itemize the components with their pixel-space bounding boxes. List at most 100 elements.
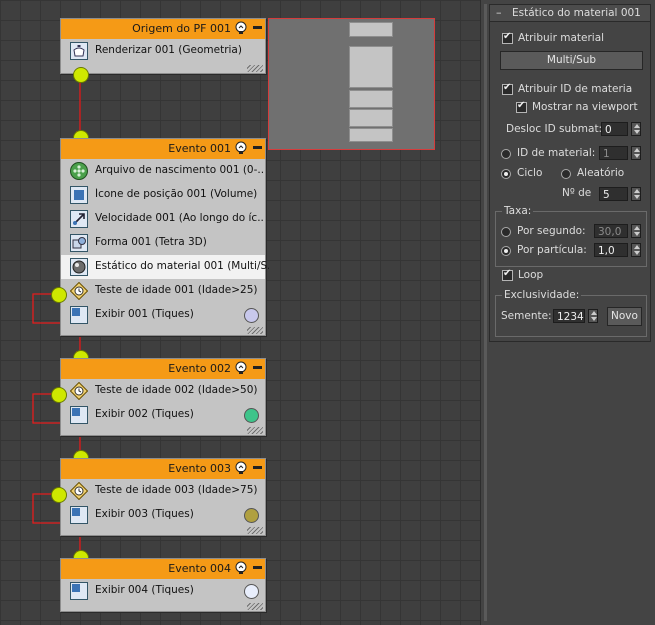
operator-row-display[interactable]: Exibir 003 (Tiques) <box>61 503 265 527</box>
per-second-radio[interactable] <box>501 227 511 237</box>
age-test-icon <box>70 482 88 500</box>
event-node-001[interactable]: Evento 001 Arquivo de nascimento 001 (0-… <box>60 138 269 336</box>
light-bulb-icon[interactable] <box>234 141 248 156</box>
per-second-spinner[interactable] <box>631 224 641 238</box>
light-bulb-icon[interactable] <box>234 461 248 476</box>
per-particle-spinner[interactable] <box>631 243 641 257</box>
operator-row-age-test[interactable]: Teste de idade 001 (Idade>25) <box>61 279 265 303</box>
minimize-icon[interactable] <box>253 26 262 29</box>
random-radio[interactable] <box>561 169 571 179</box>
loop-checkbox[interactable]: ✔ <box>502 268 513 281</box>
operator-row-material-static[interactable]: Estático do material 001 (Multi/S... <box>61 255 269 279</box>
node-resize-grip[interactable] <box>247 427 263 434</box>
teapot-render-icon <box>70 42 88 60</box>
test-output-socket[interactable] <box>51 287 67 303</box>
event-node-header[interactable]: Evento 003 <box>61 459 265 479</box>
event-node-004[interactable]: Evento 004 Exibir 004 (Tiques) <box>60 558 266 612</box>
rate-group-label: Taxa: <box>502 205 534 217</box>
operator-row-display[interactable]: Exibir 002 (Tiques) <box>61 403 265 427</box>
operator-row-display[interactable]: Exibir 001 (Tiques) <box>61 303 265 327</box>
assign-material-checkbox[interactable]: ✔ <box>502 31 513 44</box>
position-icon <box>70 186 88 204</box>
origin-node-header[interactable]: Origem do PF 001 <box>61 19 265 39</box>
operator-label: Forma 001 (Tetra 3D) <box>95 236 207 248</box>
operator-row-age-test[interactable]: Teste de idade 002 (Idade>50) <box>61 379 265 403</box>
light-bulb-icon[interactable] <box>234 21 248 36</box>
operator-row-shape[interactable]: Forma 001 (Tetra 3D) <box>61 231 265 255</box>
operator-row-birth-file[interactable]: Arquivo de nascimento 001 (0-... <box>61 159 265 183</box>
minimize-icon[interactable] <box>253 466 262 469</box>
operator-row-speed[interactable]: Velocidade 001 (Ao longo do íc... <box>61 207 265 231</box>
rollout-title: Estático do material 001 <box>512 7 641 19</box>
material-static-rollout[interactable]: – Estático do material 001 ✔ Atribuir ma… <box>489 4 651 342</box>
node-resize-grip[interactable] <box>247 527 263 534</box>
material-sphere-icon <box>70 258 88 276</box>
operator-row-display[interactable]: Exibir 004 (Tiques) <box>61 579 265 603</box>
light-bulb-icon[interactable] <box>234 561 248 576</box>
uniqueness-group-label: Exclusividade: <box>502 289 582 301</box>
minimap-node <box>349 22 393 37</box>
material-id-spinner[interactable] <box>631 146 641 160</box>
event-node-header[interactable]: Evento 002 <box>61 359 265 379</box>
display-color-swatch[interactable] <box>244 408 259 423</box>
node-resize-grip[interactable] <box>247 65 263 72</box>
seed-field[interactable]: 12345 <box>553 309 585 323</box>
minimize-icon[interactable] <box>253 146 262 149</box>
minimize-icon[interactable] <box>253 366 262 369</box>
node-resize-grip[interactable] <box>247 327 263 334</box>
per-particle-field[interactable]: 1,0 <box>594 243 628 257</box>
output-socket[interactable] <box>73 67 89 83</box>
per-particle-radio[interactable] <box>501 246 511 256</box>
event-node-title: Evento 003 <box>168 462 231 475</box>
minimap-node <box>349 90 393 108</box>
light-bulb-icon[interactable] <box>234 361 248 376</box>
operator-label: Exibir 003 (Tiques) <box>95 508 194 520</box>
event-node-title: Evento 002 <box>168 362 231 375</box>
rollout-header[interactable]: – Estático do material 001 <box>490 5 650 22</box>
event-node-header[interactable]: Evento 004 <box>61 559 265 579</box>
origin-node[interactable]: Origem do PF 001 Renderizar 001 (Geometr… <box>60 18 266 74</box>
cycle-radio[interactable] <box>501 169 511 179</box>
shape-icon <box>70 234 88 252</box>
display-color-swatch[interactable] <box>244 308 259 323</box>
operator-row-render[interactable]: Renderizar 001 (Geometria) <box>61 39 265 63</box>
overview-minimap[interactable] <box>268 18 435 150</box>
event-node-header[interactable]: Evento 001 <box>61 139 265 159</box>
submat-offset-field[interactable]: 0 <box>601 122 628 136</box>
test-output-socket[interactable] <box>51 487 67 503</box>
per-second-field[interactable]: 30,0 <box>594 224 628 238</box>
event-node-002[interactable]: Evento 002 Teste de idade 002 (Idade>50)… <box>60 358 266 436</box>
assign-material-id-checkbox[interactable]: ✔ <box>502 82 513 95</box>
display-color-swatch[interactable] <box>244 584 259 599</box>
submat-offset-spinner[interactable] <box>631 122 641 136</box>
operator-label: Exibir 004 (Tiques) <box>95 584 194 596</box>
speed-icon <box>70 210 88 228</box>
operator-label: Exibir 001 (Tiques) <box>95 308 194 320</box>
new-seed-button[interactable]: Novo <box>607 307 642 326</box>
material-id-radio[interactable] <box>501 149 511 159</box>
test-output-socket[interactable] <box>51 387 67 403</box>
particle-view-canvas[interactable]: Origem do PF 001 Renderizar 001 (Geometr… <box>0 0 480 625</box>
event-node-title: Evento 004 <box>168 562 231 575</box>
material-button[interactable]: Multi/Sub <box>500 51 643 70</box>
event-node-003[interactable]: Evento 003 Teste de idade 003 (Idade>75)… <box>60 458 266 536</box>
count-spinner[interactable] <box>631 187 641 201</box>
display-color-swatch[interactable] <box>244 508 259 523</box>
parameters-panel[interactable]: – Estático do material 001 ✔ Atribuir ma… <box>480 0 655 625</box>
count-field[interactable]: 5 <box>599 187 628 201</box>
minimize-icon[interactable] <box>253 566 262 569</box>
per-particle-label: Por partícula: <box>517 244 587 256</box>
seed-label: Semente: <box>501 310 552 322</box>
node-resize-grip[interactable] <box>247 603 263 610</box>
assign-material-label: Atribuir material <box>518 32 605 44</box>
display-icon <box>70 306 88 324</box>
panel-scrollbar[interactable] <box>484 4 487 621</box>
show-in-viewport-checkbox[interactable]: ✔ <box>516 100 527 113</box>
seed-spinner[interactable] <box>588 309 598 323</box>
collapse-icon[interactable]: – <box>496 6 502 19</box>
operator-row-position-icon[interactable]: Ícone de posição 001 (Volume) <box>61 183 265 207</box>
operator-row-age-test[interactable]: Teste de idade 003 (Idade>75) <box>61 479 265 503</box>
age-test-icon <box>70 282 88 300</box>
operator-label: Estático do material 001 (Multi/S... <box>95 260 269 272</box>
material-id-field[interactable]: 1 <box>599 146 628 160</box>
